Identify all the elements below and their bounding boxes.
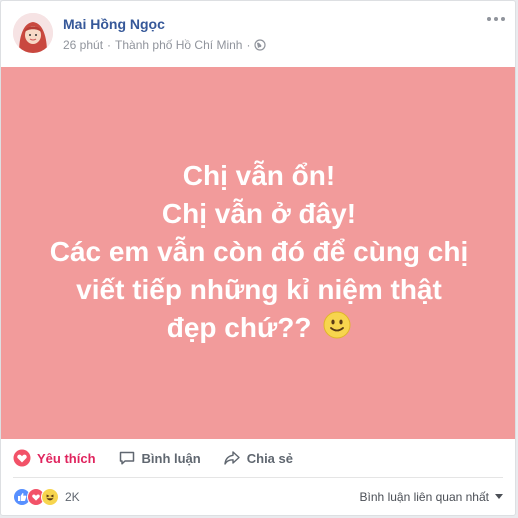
post-footer: 2K Bình luận liên quan nhất — [13, 478, 503, 515]
comment-button[interactable]: Bình luận — [118, 449, 201, 467]
action-bar: Yêu thích Bình luận Chia sẻ — [13, 439, 503, 478]
share-icon — [224, 451, 240, 465]
reaction-count[interactable]: 2K — [65, 490, 80, 504]
author-avatar[interactable] — [13, 13, 53, 53]
post-line-last: đẹp chứ?? — [24, 309, 494, 349]
post-time[interactable]: 26 phút — [63, 38, 103, 52]
post-meta: 26 phút · Thành phố Hồ Chí Minh · — [63, 38, 267, 52]
more-options-icon[interactable] — [487, 13, 505, 25]
heart-icon — [13, 449, 31, 467]
post-card: Mai Hồng Ngọc 26 phút · Thành phố Hồ Chí… — [0, 0, 516, 516]
globe-icon[interactable] — [254, 39, 267, 51]
post-line: đẹp chứ?? — [166, 312, 312, 344]
comment-icon — [119, 451, 134, 465]
post-text: Chị vẫn ổn! Chị vẫn ở đây! Các em vẫn cò… — [24, 157, 494, 349]
haha-icon — [41, 488, 59, 506]
post-header: Mai Hồng Ngọc 26 phút · Thành phố Hồ Chí… — [1, 1, 515, 67]
chevron-down-icon — [495, 494, 503, 499]
love-label: Yêu thích — [37, 450, 96, 466]
post-line: Chị vẫn ổn! — [182, 160, 336, 192]
comment-label: Bình luận — [141, 450, 201, 466]
meta-separator: · — [107, 38, 112, 52]
post-line: viết tiếp những kỉ niệm thật — [76, 274, 442, 306]
reaction-summary[interactable]: 2K — [13, 488, 80, 506]
comment-sort-dropdown[interactable]: Bình luận liên quan nhất — [360, 490, 503, 504]
meta-separator-2: · — [246, 38, 251, 52]
post-line: Chị vẫn ở đây! — [161, 198, 357, 230]
share-label: Chia sẻ — [246, 450, 293, 466]
sort-label: Bình luận liên quan nhất — [359, 490, 489, 504]
smiley-emoji-icon — [323, 311, 351, 349]
post-line: Các em vẫn còn đó để cùng chị — [49, 236, 469, 268]
share-button[interactable]: Chia sẻ — [223, 449, 293, 467]
post-location[interactable]: Thành phố Hồ Chí Minh — [115, 38, 242, 52]
post-content: Chị vẫn ổn! Chị vẫn ở đây! Các em vẫn cò… — [1, 67, 515, 439]
author-name[interactable]: Mai Hồng Ngọc — [63, 16, 165, 32]
love-reaction-button[interactable]: Yêu thích — [13, 449, 96, 467]
